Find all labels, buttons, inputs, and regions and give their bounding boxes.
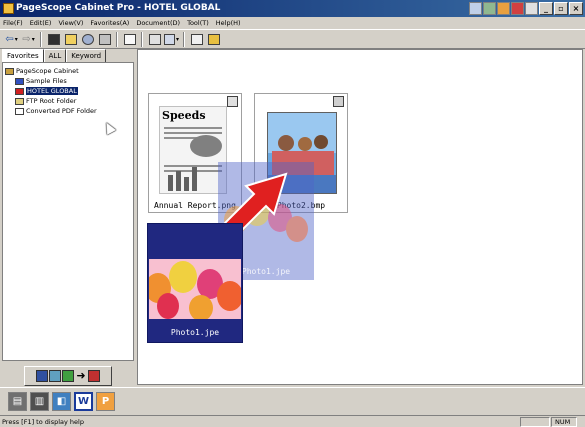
ocr-shortcut-icon[interactable] (497, 2, 510, 15)
toolbar-separator (40, 31, 42, 47)
fax-icon[interactable]: ◧ (52, 392, 71, 411)
print-icon[interactable] (97, 32, 112, 47)
toolbar-separator (116, 31, 118, 47)
scanner-icon[interactable]: ▤ (8, 392, 27, 411)
tree-node-ftp-root[interactable]: FTP Root Folder (5, 96, 131, 106)
scan-shortcut-icon[interactable] (483, 2, 496, 15)
menu-document[interactable]: Document(D) (136, 17, 180, 29)
tree-node-root[interactable]: PageScope Cabinet (5, 66, 131, 76)
folder-icon[interactable] (63, 32, 78, 47)
tab-favorites[interactable]: Favorites (2, 49, 44, 63)
device-bar: ▤ ▥ ◧ W P (0, 387, 585, 415)
tree-node-converted-pdf[interactable]: Converted PDF Folder (5, 106, 131, 116)
sync-icon[interactable] (80, 32, 95, 47)
navigation-panel: Favorites ALL Keyword PageScope Cabinet … (2, 49, 134, 361)
target-folder-icon (87, 370, 100, 382)
folder-icon (15, 87, 24, 95)
minimize-button[interactable]: _ (539, 2, 553, 15)
toolbar: ⇦ ▾ ⇨ ▾ ▾ (0, 29, 585, 49)
sync-folders-button[interactable]: ➜ (24, 366, 112, 386)
title-bar-tools: _ ▫ × (469, 2, 583, 15)
document-view: Speeds Annual Report.png Photo2.bmp Phot… (137, 49, 583, 385)
menu-bar: File(F) Edit(E) View(V) Favorites(A) Doc… (0, 17, 585, 29)
pdf-folder-icon (15, 107, 24, 115)
pdf-shortcut-icon[interactable] (511, 2, 524, 15)
menu-help[interactable]: Help(H) (216, 17, 241, 29)
toolbar-separator (183, 31, 185, 47)
blank-page-icon[interactable] (122, 32, 137, 47)
status-bar: Press [F1] to display help NUM (0, 415, 585, 427)
tree-label: FTP Root Folder (26, 97, 77, 105)
toolbar-separator (141, 31, 143, 47)
restore-button[interactable]: ▫ (554, 2, 568, 15)
folder-icon (15, 77, 24, 85)
cabinet-icon[interactable] (46, 32, 61, 47)
forward-icon[interactable]: ⇨ ▾ (21, 32, 36, 47)
tree-label: Converted PDF Folder (26, 107, 97, 115)
word-icon[interactable]: W (74, 392, 93, 411)
status-pane-blank (520, 417, 550, 427)
tab-all[interactable]: ALL (43, 49, 67, 62)
tab-keyword[interactable]: Keyword (66, 49, 107, 62)
tree-label: PageScope Cabinet (16, 67, 79, 75)
settings-icon[interactable] (206, 32, 221, 47)
thumbnail-view-icon[interactable]: ▾ (164, 32, 179, 47)
app-icon (3, 3, 14, 14)
list-icon (36, 370, 49, 382)
menu-file[interactable]: File(F) (3, 17, 23, 29)
newspaper-title: Speeds (162, 109, 206, 122)
folder-view-icon (49, 370, 62, 382)
nav-tabs: Favorites ALL Keyword (2, 49, 107, 63)
cabinet-shortcut-icon[interactable] (469, 2, 482, 15)
close-button[interactable]: × (569, 2, 583, 15)
tree-node-hotel-global[interactable]: HOTEL GLOBAL (5, 86, 131, 96)
powerpoint-icon[interactable]: P (96, 392, 115, 411)
thumbnail-photo1-selected[interactable]: Photo1.jpe (147, 223, 243, 343)
window-title: PageScope Cabinet Pro - HOTEL GLOBAL (16, 3, 221, 13)
application-window: PageScope Cabinet Pro - HOTEL GLOBAL _ ▫… (0, 0, 585, 427)
folder-tree: PageScope Cabinet Sample Files HOTEL GLO… (2, 62, 134, 361)
menu-favorites[interactable]: Favorites(A) (90, 17, 129, 29)
image-type-icon (333, 96, 344, 107)
menu-view[interactable]: View(V) (58, 17, 83, 29)
ftp-folder-icon (15, 97, 24, 105)
list-view-icon[interactable] (147, 32, 162, 47)
status-message: Press [F1] to display help (2, 418, 84, 426)
tree-label: HOTEL GLOBAL (26, 87, 78, 95)
properties-icon[interactable] (189, 32, 204, 47)
tree-label: Sample Files (26, 77, 67, 85)
image-type-icon (227, 96, 238, 107)
tree-node-sample-files[interactable]: Sample Files (5, 76, 131, 86)
back-icon[interactable]: ⇦ ▾ (4, 32, 19, 47)
menu-edit[interactable]: Edit(E) (30, 17, 52, 29)
copier-icon[interactable]: ▥ (30, 392, 49, 411)
title-bar: PageScope Cabinet Pro - HOTEL GLOBAL _ ▫… (0, 0, 585, 17)
arrow-right-icon: ➜ (76, 369, 86, 382)
tree-icon (62, 370, 75, 382)
cabinet-icon (5, 67, 14, 75)
status-num: NUM (551, 417, 577, 427)
menu-tool[interactable]: Tool(T) (187, 17, 209, 29)
web-shortcut-icon[interactable] (525, 2, 538, 15)
thumbnail-caption: Photo1.jpe (170, 328, 220, 337)
photo1-preview (149, 259, 241, 319)
